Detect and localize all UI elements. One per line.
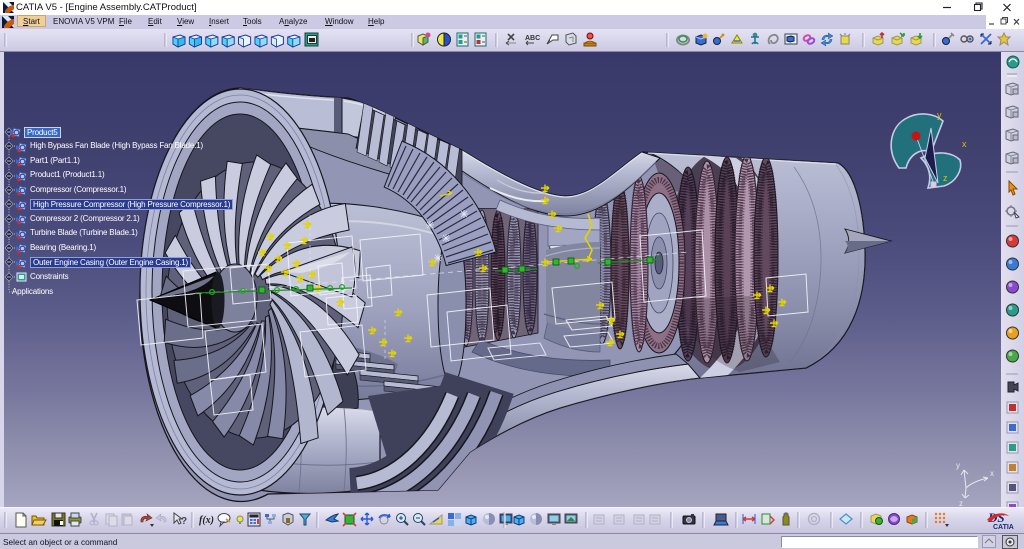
svg-text:ABC: ABC (525, 35, 540, 42)
svg-text:CATIA: CATIA (993, 524, 1014, 531)
svg-text:x: x (962, 139, 967, 149)
svg-text:z: z (959, 499, 963, 507)
svg-text:y: y (937, 110, 942, 120)
svg-text:y: y (956, 461, 960, 470)
svg-text:f(x): f(x) (199, 515, 214, 526)
svg-text:z: z (943, 173, 948, 183)
svg-text:x: x (990, 469, 994, 478)
svg-text:?: ? (181, 516, 187, 527)
